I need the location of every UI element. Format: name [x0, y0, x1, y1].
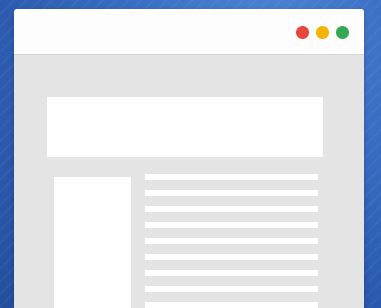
text-line — [145, 190, 318, 196]
close-dot-icon[interactable] — [296, 26, 309, 39]
text-line — [145, 206, 318, 212]
text-line — [145, 254, 318, 260]
minimize-dot-icon[interactable] — [316, 26, 329, 39]
text-line — [145, 222, 318, 228]
window-titlebar — [14, 9, 364, 55]
browser-window — [14, 9, 364, 308]
text-line — [145, 286, 318, 292]
text-line — [145, 302, 318, 308]
text-line — [145, 270, 318, 276]
text-lines-placeholder — [145, 174, 318, 308]
maximize-dot-icon[interactable] — [336, 26, 349, 39]
text-line — [145, 238, 318, 244]
sidebar-placeholder — [54, 177, 131, 308]
text-line — [145, 174, 318, 180]
header-banner-placeholder — [47, 97, 323, 157]
